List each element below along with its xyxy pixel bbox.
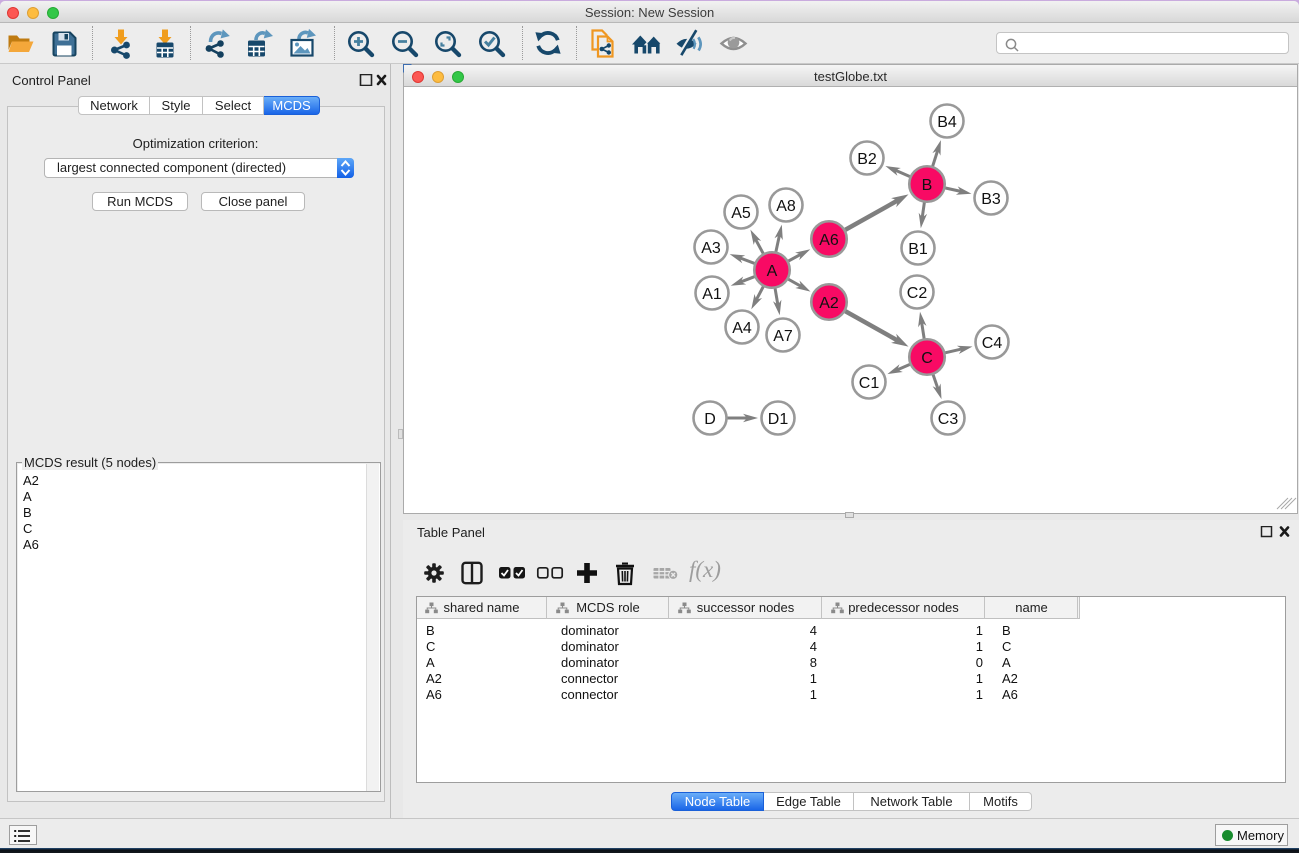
svg-text:A3: A3 [701,240,721,257]
svg-text:C3: C3 [938,411,959,428]
svg-text:B2: B2 [857,151,877,168]
svg-text:B1: B1 [908,241,928,258]
svg-text:A2: A2 [819,295,839,312]
svg-text:B: B [922,177,933,194]
svg-text:A4: A4 [732,320,752,337]
svg-text:A6: A6 [819,232,839,249]
svg-text:A7: A7 [773,328,793,345]
svg-text:D1: D1 [768,411,789,428]
svg-text:C2: C2 [907,285,928,302]
svg-text:C1: C1 [859,375,880,392]
svg-text:A1: A1 [702,286,722,303]
svg-text:D: D [704,411,716,428]
svg-text:B4: B4 [937,114,957,131]
svg-text:C4: C4 [982,335,1003,352]
svg-text:A5: A5 [731,205,751,222]
svg-text:A8: A8 [776,198,796,215]
svg-text:C: C [921,350,933,367]
svg-text:B3: B3 [981,191,1001,208]
svg-text:A: A [767,263,778,280]
